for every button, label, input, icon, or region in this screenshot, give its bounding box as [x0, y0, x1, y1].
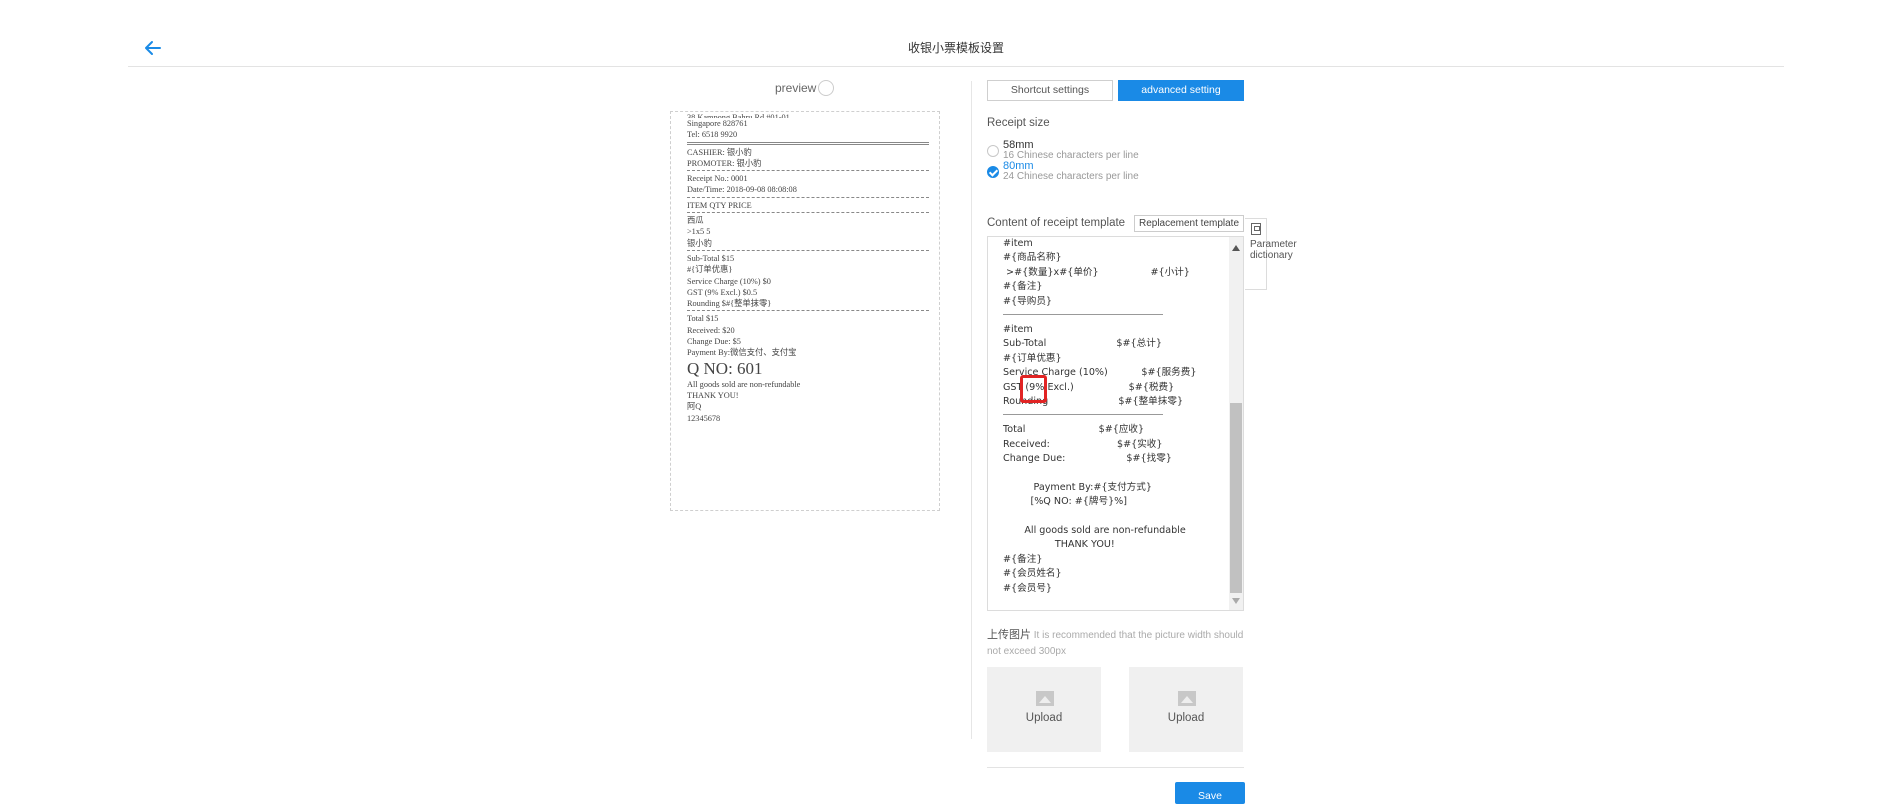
save-button[interactable]: Save: [1175, 782, 1245, 804]
receipt-line: THANK YOU!: [687, 390, 739, 400]
image-icon: [1036, 691, 1054, 706]
receipt-line: Receipt No.: 0001: [687, 174, 748, 184]
top-bar: 收银小票模板设置: [128, 30, 1784, 67]
receipt-queue-number: Q NO: 601: [687, 358, 763, 378]
receipt-line: Total $15: [687, 314, 719, 324]
receipt-size-label: Receipt size: [987, 117, 1050, 129]
template-line[interactable]: Received: $#{实收}: [1003, 438, 1223, 452]
template-line[interactable]: #{备注}: [1003, 553, 1223, 567]
receipt-line: ITEM QTY PRICE: [687, 200, 752, 210]
template-line[interactable]: #item: [1003, 237, 1223, 251]
upload-button-1[interactable]: Upload: [987, 667, 1101, 752]
template-line[interactable]: [%Q NO: #{牌号}%]: [1003, 495, 1223, 509]
receipt-separator: [687, 170, 929, 172]
template-text[interactable]: #item #{商品名称} >#{数量}x#{单价} #{小计} #{备注} #{导购…: [1003, 237, 1223, 596]
template-line[interactable]: #{商品名称}: [1003, 251, 1223, 265]
receipt-line: Date/Time: 2018-09-08 08:08:08: [687, 185, 797, 195]
receipt-line: PROMOTER: 银小豹: [687, 158, 762, 168]
template-line[interactable]: Payment By:#{支付方式}: [1003, 481, 1223, 495]
template-line[interactable]: [1003, 466, 1223, 480]
receipt-line: CASHIER: 银小豹: [687, 147, 752, 157]
receipt-line: All goods sold are non-refundable: [687, 379, 801, 389]
highlight-annotation: [1020, 375, 1047, 403]
template-line[interactable]: #item: [1003, 323, 1223, 337]
upload-label: 上传图片: [987, 629, 1031, 641]
template-line[interactable]: #{导购员}: [1003, 295, 1223, 309]
scroll-up-arrow-icon[interactable]: [1232, 245, 1240, 251]
receipt-line: GST (9% Excl.) $0.5: [687, 287, 758, 297]
radio-58mm[interactable]: [987, 145, 999, 157]
receipt-content: 38 Kampong Bahru Rd #01-01 Singapore 8287…: [687, 112, 929, 424]
receipt-line: >1x5 5: [687, 227, 711, 237]
template-line[interactable]: Sub-Total $#{总计}: [1003, 337, 1223, 351]
receipt-line: Service Charge (10%) $0: [687, 276, 771, 286]
option-80mm-sub: 24 Chinese characters per line: [1003, 171, 1139, 182]
template-line[interactable]: THANK YOU!: [1003, 538, 1223, 552]
receipt-separator: [687, 249, 929, 251]
template-line[interactable]: Change Due: $#{找零}: [1003, 452, 1223, 466]
preview-label: preview: [775, 81, 817, 95]
receipt-line: Change Due: $5: [687, 337, 741, 347]
template-line[interactable]: #{订单优惠}: [1003, 352, 1223, 366]
template-line[interactable]: All goods sold are non-refundable: [1003, 524, 1223, 538]
refresh-icon[interactable]: [818, 80, 834, 96]
page-title: 收银小票模板设置: [907, 41, 1004, 55]
template-line[interactable]: Total $#{应收}: [1003, 423, 1223, 437]
receipt-line: 阿Q: [687, 402, 702, 412]
upload-section-label: 上传图片 It is recommended that the picture …: [987, 627, 1247, 660]
template-separator: [1003, 313, 1163, 315]
receipt-line: 12345678: [687, 413, 721, 423]
receipt-line: Received: $20: [687, 325, 735, 335]
receipt-line: 西瓜: [687, 216, 704, 226]
vertical-divider: [971, 81, 972, 739]
image-icon: [1178, 691, 1196, 706]
dictionary-icon[interactable]: [1251, 223, 1261, 235]
template-content-label: Content of receipt template: [987, 217, 1126, 229]
receipt-line: Singapore 828761: [687, 119, 748, 128]
receipt-preview: 38 Kampong Bahru Rd #01-01 Singapore 8287…: [670, 111, 940, 511]
receipt-separator: [687, 212, 929, 214]
template-line[interactable]: #{备注}: [1003, 280, 1223, 294]
receipt-line: 银小豹: [687, 238, 712, 248]
receipt-line: Payment By:微信支付、支付宝: [687, 348, 797, 358]
editor-scrollbar[interactable]: [1229, 237, 1243, 610]
template-line[interactable]: #{会员号}: [1003, 582, 1223, 596]
receipt-line: Rounding $#{整单抹零}: [687, 299, 772, 309]
template-line[interactable]: [1003, 510, 1223, 524]
receipt-line: Sub-Total $15: [687, 253, 735, 263]
template-line[interactable]: >#{数量}x#{单价} #{小计}: [1003, 266, 1223, 280]
replacement-template-button[interactable]: Replacement template: [1134, 215, 1244, 232]
receipt-separator: [687, 310, 929, 312]
template-line[interactable]: #{会员姓名}: [1003, 567, 1223, 581]
upload-label-1: Upload: [1025, 712, 1063, 724]
template-separator: [1003, 414, 1163, 416]
receipt-separator: [687, 196, 929, 198]
tab-shortcut-settings[interactable]: Shortcut settings: [987, 80, 1113, 101]
radio-80mm[interactable]: [987, 166, 999, 178]
scroll-down-arrow-icon[interactable]: [1232, 598, 1240, 604]
upload-button-2[interactable]: Upload: [1129, 667, 1243, 752]
parameter-dictionary-label[interactable]: Parameter dictionary: [1250, 239, 1308, 261]
bottom-divider: [987, 767, 1244, 768]
receipt-separator: [687, 141, 929, 145]
receipt-line: #{订单优惠}: [687, 265, 733, 275]
tab-advanced-setting[interactable]: advanced setting: [1118, 80, 1244, 101]
receipt-line: Tel: 6518 9920: [687, 130, 738, 140]
scroll-thumb[interactable]: [1230, 403, 1242, 593]
upload-label-2: Upload: [1167, 712, 1205, 724]
template-editor[interactable]: #item #{商品名称} >#{数量}x#{单价} #{小计} #{备注} #{导购…: [987, 236, 1244, 611]
